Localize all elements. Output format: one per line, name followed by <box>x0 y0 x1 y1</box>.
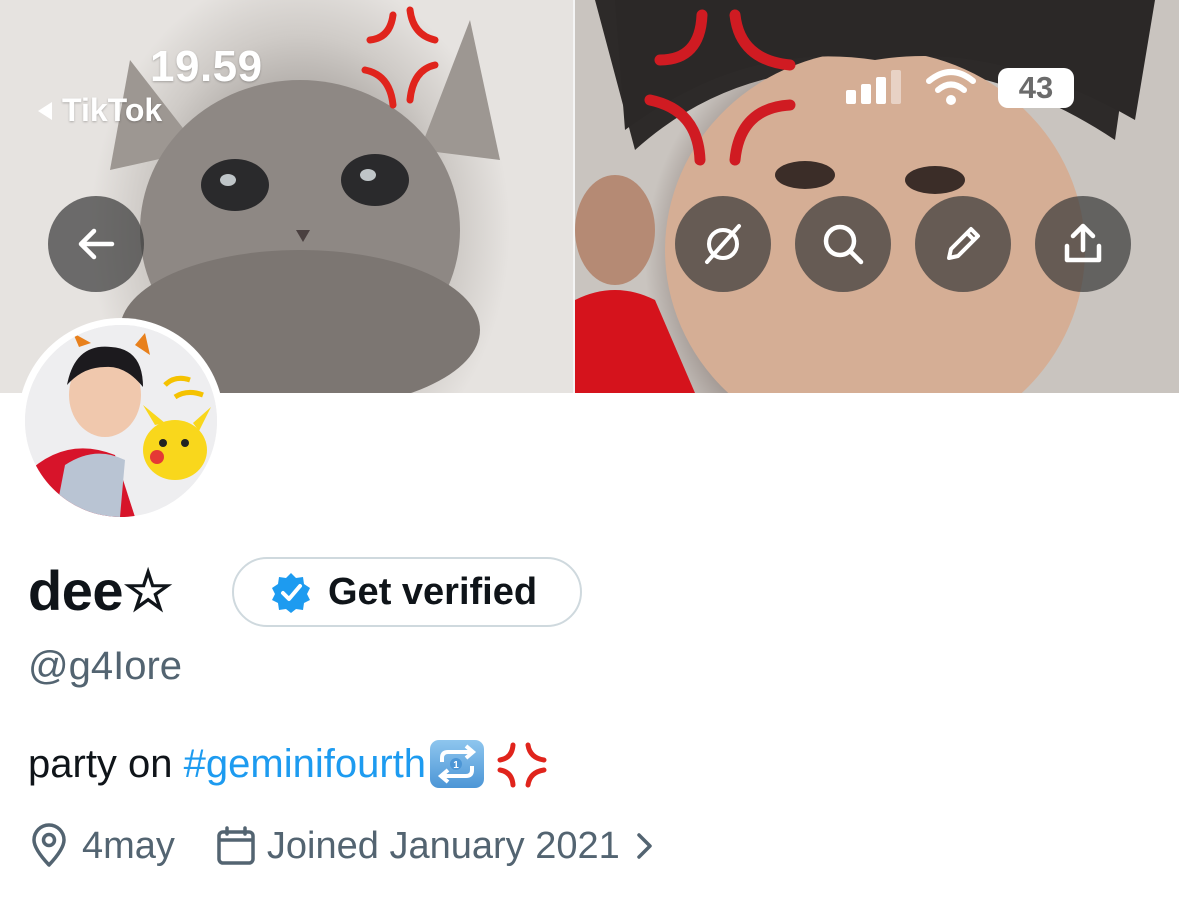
joined-date-text: Joined January 2021 <box>266 824 620 867</box>
chevron-right-icon <box>637 833 652 859</box>
anger-symbol-emoji-icon <box>497 742 547 788</box>
pencil-icon <box>947 227 980 260</box>
back-to-app-link[interactable]: TikTok <box>38 92 162 129</box>
arrow-left-icon <box>78 228 115 260</box>
back-app-label: TikTok <box>62 92 163 128</box>
display-name: dee☆ <box>28 559 173 622</box>
calendar-icon <box>217 826 255 865</box>
profile-avatar[interactable] <box>18 318 224 524</box>
edit-button[interactable] <box>915 196 1011 292</box>
profile-handle: @g4Iore <box>28 644 183 688</box>
location-item: 4may <box>28 823 175 869</box>
share-icon <box>1064 223 1102 263</box>
profile-meta-row: 4may Joined January 2021 <box>28 823 660 869</box>
repeat-one-emoji-icon: 1 <box>430 740 485 788</box>
joined-date-item[interactable]: Joined January 2021 <box>215 825 660 868</box>
share-button[interactable] <box>1035 196 1131 292</box>
avatar-image <box>25 325 217 517</box>
location-pin-icon <box>32 823 66 867</box>
get-verified-label: Get verified <box>328 570 538 613</box>
search-button[interactable] <box>795 196 891 292</box>
profile-bio: party on #geminifourth 1 <box>28 740 550 788</box>
slashed-circle-icon <box>705 224 741 264</box>
back-triangle-icon <box>38 101 52 120</box>
bio-text: party on <box>28 741 184 786</box>
wifi-icon <box>926 69 976 105</box>
back-button[interactable] <box>48 196 144 292</box>
anger-mark-icon <box>644 9 796 166</box>
verified-badge-icon <box>272 573 310 613</box>
anger-mark-icon <box>361 6 439 109</box>
cellular-signal-icon <box>846 70 901 104</box>
grok-button[interactable] <box>675 196 771 292</box>
get-verified-button[interactable]: Get verified <box>232 557 582 627</box>
avatar-illustration <box>25 325 217 517</box>
location-text: 4may <box>82 824 175 867</box>
svg-text:1: 1 <box>453 760 459 771</box>
status-time: 19.59 <box>150 42 263 91</box>
bio-hashtag-link[interactable]: #geminifourth <box>184 742 426 787</box>
battery-indicator: 43 <box>998 68 1074 108</box>
search-icon <box>823 224 864 265</box>
